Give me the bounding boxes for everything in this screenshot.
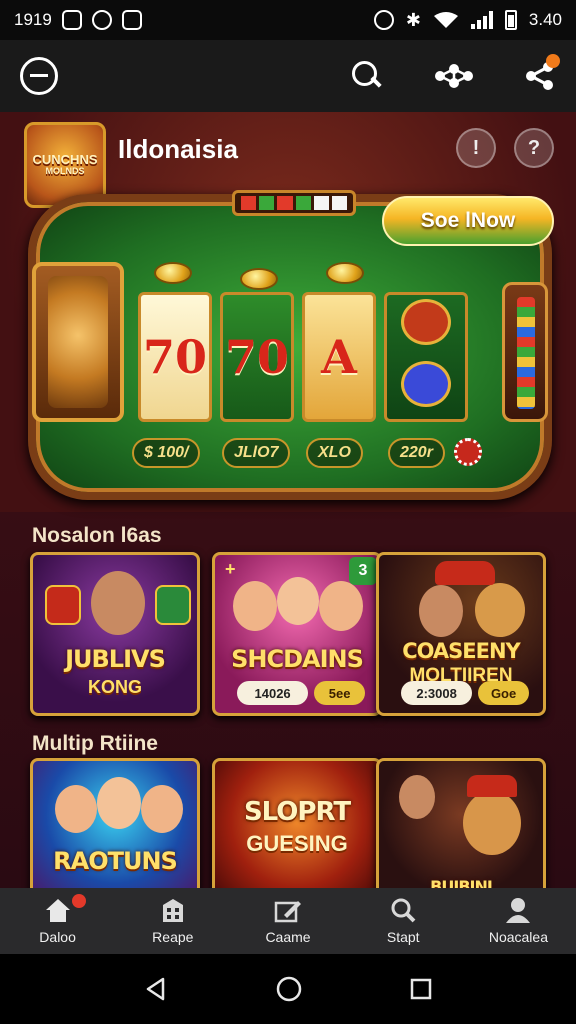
plus-icon: + [225,559,236,579]
coin-icon [326,262,364,284]
recents-icon[interactable] [409,977,433,1001]
character-face [277,577,319,625]
app-bar [0,40,576,112]
battery-icon [504,10,517,30]
home-icon [45,899,70,922]
host-portrait [91,571,145,635]
reel-1: 70 [138,292,212,422]
search-icon [391,898,416,923]
host-portrait [419,585,463,637]
wifi-icon [433,12,458,28]
game-card-shcdains[interactable]: SHCDAINS 3 + 14026 5ee [212,552,382,716]
game-card-raotuns[interactable]: RAOTUNS [30,758,200,888]
dog-character [463,791,521,855]
hero-title: Ildonaisia [118,134,238,164]
lion-panel [32,262,124,422]
player-count: 14026 [237,681,309,705]
building-icon [162,899,183,922]
hero-banner: CUNCHNS MOLNDS Ildonaisia ! ? 70 70 A $ … [0,112,576,512]
coin-icon [154,262,192,284]
game-card-coaseeny[interactable]: COASEENY MOLTIIREN 2:3008 Goe [376,552,546,716]
section-title: Nosalon l6as [32,524,162,547]
character-face [141,785,183,833]
bluetooth-icon: ✱ [405,9,421,30]
hat-icon [467,775,517,797]
minus-circle-icon[interactable] [20,57,58,95]
bottom-nav: Daloo Reape Caame Stapt Noacalea [0,888,576,954]
main-content: CUNCHNS MOLNDS Ildonaisia ! ? 70 70 A $ … [0,112,576,888]
payout-label: 220r [388,438,445,468]
battery-level: 3.40 [528,10,562,29]
chip-icon [454,438,482,466]
section-title: Multip Rtiine [32,732,158,755]
status-bar: 1919 ✱ 3.40 [0,0,576,40]
gem-icon [401,299,451,345]
host-portrait [399,775,435,819]
character-face [475,583,525,637]
crest-icon [45,585,81,625]
game-card-slop-guesing[interactable]: SLOPRT GUESING [212,758,382,888]
crest-icon [155,585,191,625]
share-icon[interactable] [524,54,560,92]
payout-label: XLO [306,438,363,468]
back-icon[interactable] [143,976,169,1002]
clock: 1919 [14,10,52,29]
side-reel [502,282,548,422]
network-icon[interactable] [432,61,474,91]
tv-icon [61,10,82,30]
signal-icon [470,11,493,29]
character-face [319,581,363,631]
game-card-jublivs[interactable]: JUBLIVS KONG [30,552,200,716]
play-pill[interactable]: 5ee [314,681,365,705]
system-nav-bar [0,954,576,1024]
payout-label: JLlO7 [222,438,291,468]
play-pill[interactable]: Goe [478,681,529,705]
lion-icon [48,276,108,408]
cards-icon [274,901,301,923]
app-notification-icon [121,10,142,30]
play-now-button[interactable]: Soe lNow [382,196,554,246]
character-face [55,785,97,833]
player-count: 2:3008 [401,681,473,705]
payout-label: $ 100/ [132,438,201,468]
nav-stapt[interactable]: Stapt [346,888,461,954]
home-button-icon[interactable] [275,975,303,1003]
notification-badge [546,54,560,68]
blue-symbol-icon [401,361,451,407]
new-badge: 3 [349,557,377,585]
reel-4 [384,292,468,422]
coin-icon [240,268,278,290]
character-face [233,581,277,631]
slot-indicator [232,190,356,216]
info-icon[interactable]: ! [456,128,496,168]
reel-3: A [302,292,376,422]
game-card-buibini[interactable]: BUIBINI [376,758,546,888]
swirl-icon [91,10,112,30]
reel-2: 70 [220,292,294,422]
nav-caame[interactable]: Caame [230,888,345,954]
help-icon[interactable]: ? [514,128,554,168]
alarm-icon [373,10,394,30]
home-badge [72,894,86,908]
nav-home[interactable]: Daloo [0,888,115,954]
nav-reape[interactable]: Reape [115,888,230,954]
hat-icon [435,561,495,585]
search-icon[interactable] [352,61,382,91]
profile-icon [506,898,531,923]
nav-noacalea[interactable]: Noacalea [461,888,576,954]
character-face [97,777,141,829]
